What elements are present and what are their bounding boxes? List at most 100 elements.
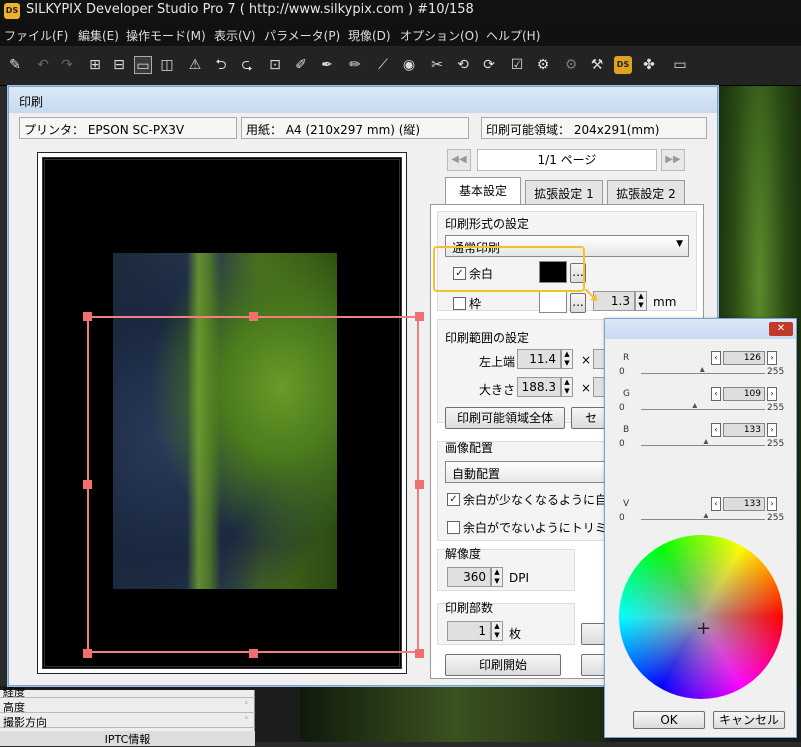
g-max: 255: [767, 403, 785, 413]
check-icon[interactable]: ☑: [508, 56, 526, 74]
print-area-frame[interactable]: [87, 316, 419, 653]
v-increment-button[interactable]: ›: [767, 497, 777, 511]
grid-view-icon[interactable]: ⊞: [86, 56, 104, 74]
next-page-button[interactable]: ▶▶: [661, 149, 685, 171]
menu-develop[interactable]: 現像(D): [348, 27, 391, 44]
tab-extended-settings-2[interactable]: 拡張設定 2: [607, 180, 685, 204]
resize-handle[interactable]: [249, 649, 258, 658]
color-wheel[interactable]: [619, 535, 783, 699]
settings-icon[interactable]: ⚙: [534, 56, 552, 74]
no-margin-trim-checkbox[interactable]: [447, 521, 460, 534]
iptc-section-header[interactable]: IPTC情報: [0, 731, 255, 746]
plugin-icon[interactable]: ✤: [640, 56, 658, 74]
crop-grid-icon[interactable]: ⊡: [266, 56, 284, 74]
r-increment-button[interactable]: ›: [767, 351, 777, 365]
times-sign: ×: [581, 353, 592, 367]
g-increment-button[interactable]: ›: [767, 387, 777, 401]
menu-help[interactable]: ヘルプ(H): [486, 27, 540, 44]
copies-input[interactable]: 1: [447, 621, 491, 641]
resize-handle[interactable]: [83, 480, 92, 489]
split-view-icon[interactable]: ⊟: [110, 56, 128, 74]
size-input[interactable]: 188.3: [517, 377, 561, 397]
menu-operation-mode[interactable]: 操作モード(M): [126, 27, 206, 44]
v-slider-track[interactable]: [641, 519, 765, 520]
minimize-margin-checkbox[interactable]: ✓: [447, 493, 460, 506]
compare-view-icon[interactable]: ◫: [158, 56, 176, 74]
ds-badge-icon[interactable]: DS: [614, 56, 632, 74]
menu-file[interactable]: ファイル(F): [4, 27, 68, 44]
tab-basic-settings[interactable]: 基本設定: [445, 177, 521, 205]
times-sign: ×: [581, 381, 592, 395]
resolution-input[interactable]: 360: [447, 567, 491, 587]
b-increment-button[interactable]: ›: [767, 423, 777, 437]
top-left-input[interactable]: 11.4: [517, 349, 561, 369]
paint-icon[interactable]: ✏: [346, 56, 364, 74]
g-decrement-button[interactable]: ‹: [711, 387, 721, 401]
top-left-spinner[interactable]: ▲ ▼: [561, 349, 573, 369]
resize-handle[interactable]: [415, 312, 424, 321]
app-title: SILKYPIX Developer Studio Pro 7 ( http:/…: [26, 2, 474, 17]
menu-view[interactable]: 表示(V): [214, 27, 256, 44]
v-decrement-button[interactable]: ‹: [711, 497, 721, 511]
flip-left-icon[interactable]: ⟲: [454, 56, 472, 74]
resize-handle[interactable]: [249, 312, 258, 321]
cancel-button[interactable]: キャンセル: [713, 711, 785, 729]
paper-info: 用紙： A4 (210x297 mm) (縦): [241, 117, 469, 139]
ok-button[interactable]: OK: [633, 711, 705, 729]
resize-handle[interactable]: [415, 649, 424, 658]
close-icon[interactable]: ✕: [769, 322, 793, 336]
r-slider-track[interactable]: [641, 373, 765, 374]
resize-handle[interactable]: [83, 312, 92, 321]
dialog-title: 印刷: [19, 95, 44, 109]
menu-options[interactable]: オプション(O): [400, 27, 479, 44]
channel-r-label: R: [623, 353, 630, 363]
resolution-spinner[interactable]: ▲ ▼: [491, 567, 503, 587]
b-slider-thumb[interactable]: [703, 439, 709, 444]
row-value: ◦: [243, 699, 249, 709]
b-decrement-button[interactable]: ‹: [711, 423, 721, 437]
warning-icon[interactable]: ⚠: [186, 56, 204, 74]
pick-tool-icon[interactable]: ✐: [292, 56, 310, 74]
prev-page-button[interactable]: ◀◀: [447, 149, 471, 171]
color-picker-dialog: ✕ R ‹ 126 › 0 255 G ‹ 109 › 0 255 B ‹ 13…: [604, 318, 797, 738]
tab-extended-settings-1[interactable]: 拡張設定 1: [525, 180, 603, 204]
cut-icon[interactable]: ✂: [428, 56, 446, 74]
eyedropper-icon[interactable]: ✒: [318, 56, 336, 74]
single-view-icon[interactable]: ▭: [134, 56, 152, 74]
resize-handle[interactable]: [415, 480, 424, 489]
copies-spinner[interactable]: ▲ ▼: [491, 621, 503, 641]
menu-edit[interactable]: 編集(E): [78, 27, 119, 44]
full-printable-area-button[interactable]: 印刷可能領域全体: [445, 407, 565, 429]
g-slider-track[interactable]: [641, 409, 765, 410]
size-spinner[interactable]: ▲ ▼: [561, 377, 573, 397]
settings-disabled-icon[interactable]: ⚙: [562, 56, 580, 74]
stroke-brush-icon[interactable]: ⟋: [374, 56, 392, 74]
v-value[interactable]: 133: [723, 497, 765, 511]
r-slider-thumb[interactable]: [699, 367, 705, 372]
resize-handle[interactable]: [83, 649, 92, 658]
fill-icon[interactable]: ◉: [400, 56, 418, 74]
frame-width-spinner[interactable]: ▲ ▼: [635, 291, 647, 311]
monitor-icon[interactable]: ▭: [668, 56, 692, 74]
rotate-left-icon[interactable]: ⮌: [212, 56, 230, 74]
frame-color-swatch[interactable]: [539, 291, 567, 313]
r-decrement-button[interactable]: ‹: [711, 351, 721, 365]
r-min: 0: [619, 367, 625, 377]
r-value[interactable]: 126: [723, 351, 765, 365]
frame-checkbox[interactable]: [453, 297, 466, 310]
b-slider-track[interactable]: [641, 445, 765, 446]
v-min: 0: [619, 513, 625, 523]
brush-icon[interactable]: ✎: [6, 56, 24, 74]
g-value[interactable]: 109: [723, 387, 765, 401]
redo-icon[interactable]: ↷: [58, 56, 76, 74]
v-slider-thumb[interactable]: [703, 513, 709, 518]
hammer-icon[interactable]: ⚒: [588, 56, 606, 74]
rotate-right-icon[interactable]: ⮎: [238, 56, 256, 74]
flip-right-icon[interactable]: ⟳: [480, 56, 498, 74]
undo-icon[interactable]: ↶: [34, 56, 52, 74]
menu-parameters[interactable]: パラメータ(P): [264, 27, 340, 44]
start-print-button[interactable]: 印刷開始: [445, 654, 561, 676]
g-slider-thumb[interactable]: [692, 403, 698, 408]
b-value[interactable]: 133: [723, 423, 765, 437]
layout-mode-select[interactable]: 自動配置: [445, 461, 625, 483]
